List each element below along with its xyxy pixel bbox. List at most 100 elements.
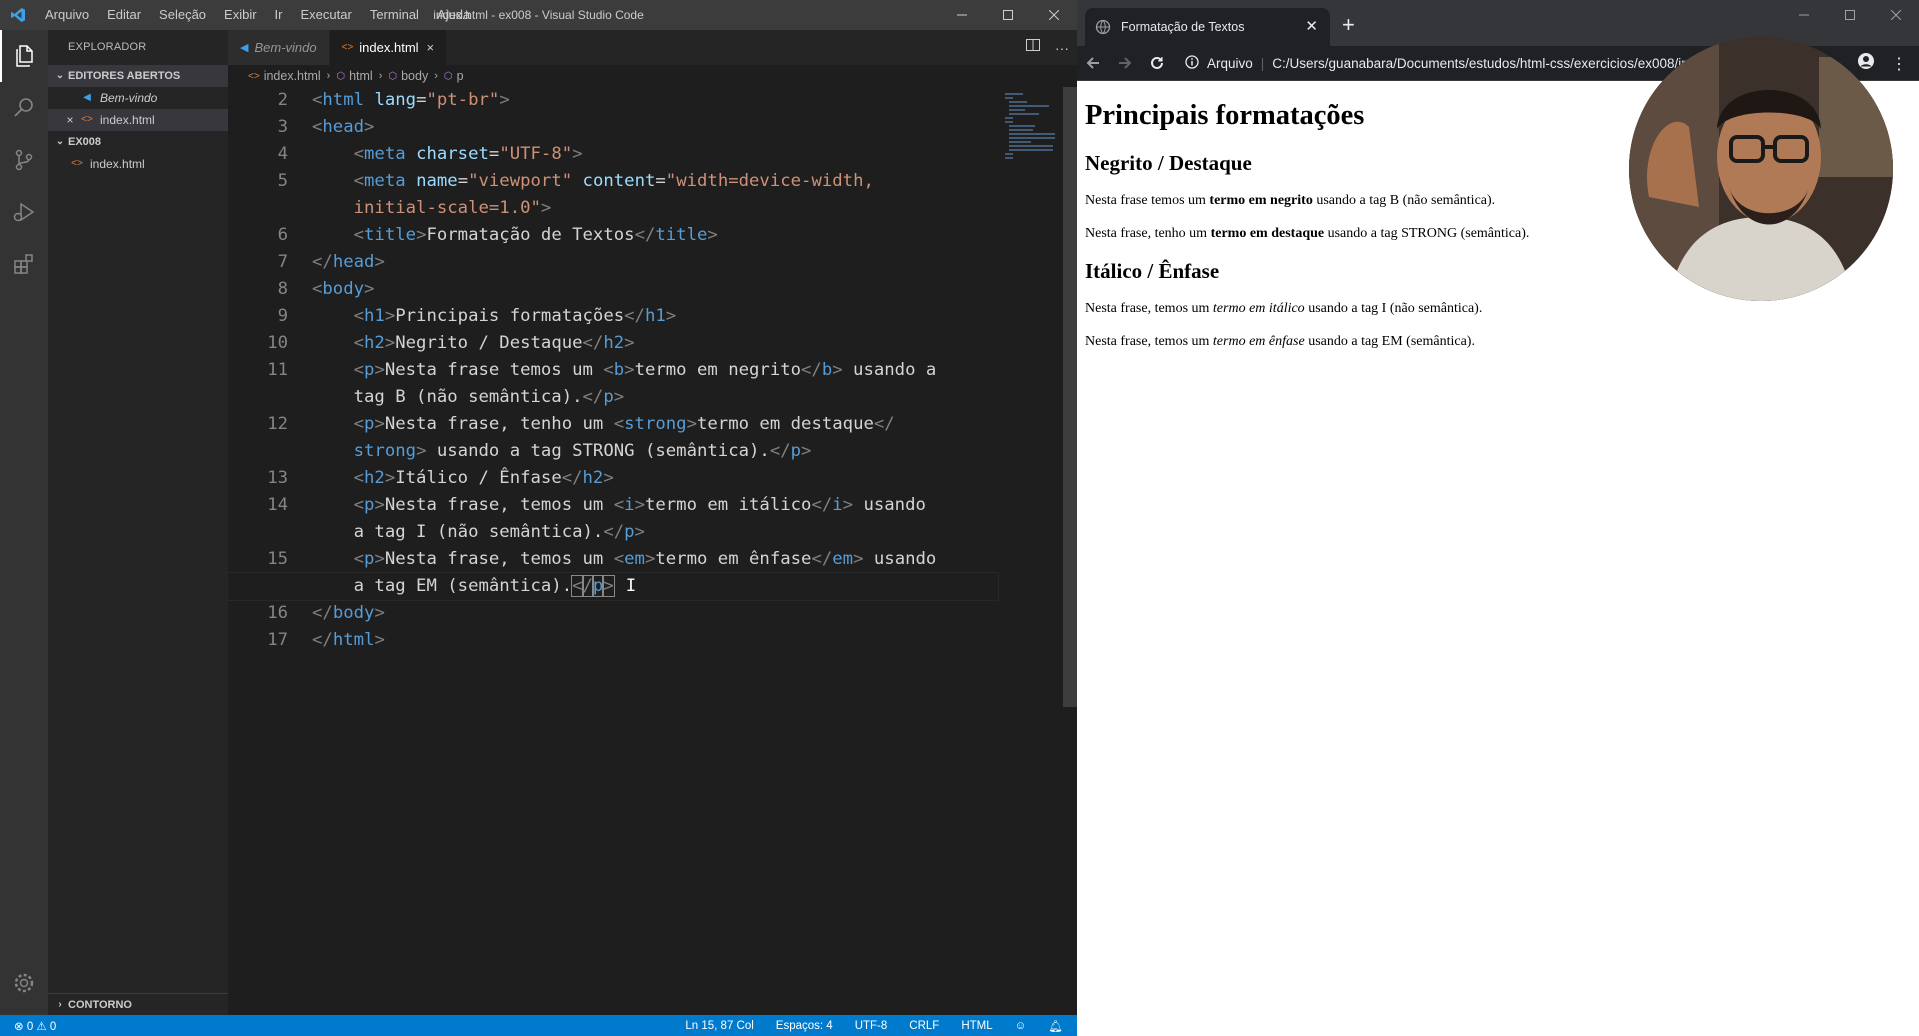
- extensions-icon[interactable]: [0, 238, 48, 290]
- code-editor[interactable]: 2 <html lang="pt-br"> 3 <head> 4 <meta chars…: [227, 87, 999, 654]
- menu-item[interactable]: Editar: [98, 0, 150, 30]
- settings-gear-icon[interactable]: [0, 957, 48, 1009]
- language-mode[interactable]: HTML: [961, 1020, 992, 1032]
- code-token: >: [364, 279, 375, 299]
- maximize-icon[interactable]: [1827, 0, 1873, 30]
- menu-kebab-icon[interactable]: ⋮: [1891, 54, 1907, 74]
- minimize-icon[interactable]: [939, 0, 985, 30]
- open-editor-item-welcome[interactable]: ◀ Bem-vindo: [48, 87, 228, 109]
- code-line[interactable]: a tag EM (semântica).</p> I: [227, 572, 999, 601]
- explorer-icon[interactable]: [0, 30, 48, 82]
- more-actions-icon[interactable]: ···: [1055, 40, 1069, 56]
- code-token: <: [353, 306, 365, 326]
- source-control-icon[interactable]: [0, 134, 48, 186]
- breadcrumb-item[interactable]: html: [349, 69, 373, 83]
- tab-welcome[interactable]: ◀ Bem-vindo: [228, 30, 330, 65]
- open-editors-section[interactable]: ⌄ EDITORES ABERTOS: [48, 65, 228, 87]
- code-line[interactable]: 5 <meta name="viewport" content="width=d…: [228, 168, 998, 195]
- url-text[interactable]: C:/Users/guanabara/Documents/estudos/htm…: [1272, 56, 1739, 71]
- menu-item[interactable]: Executar: [292, 0, 361, 30]
- menu-item[interactable]: Exibir: [215, 0, 266, 30]
- text: usando a tag I (não semântica).: [1304, 301, 1483, 316]
- encoding[interactable]: UTF-8: [855, 1020, 888, 1032]
- text: Nesta frase, temos um: [1085, 334, 1213, 349]
- forward-arrow-icon[interactable]: [1109, 46, 1141, 81]
- problems-indicator[interactable]: ⊗ 0 ⚠ 0: [0, 1019, 56, 1033]
- editor-scrollbar[interactable]: [1063, 87, 1077, 707]
- cursor-position[interactable]: Ln 15, 87 Col: [685, 1020, 753, 1032]
- line-ending[interactable]: CRLF: [909, 1020, 939, 1032]
- html-file-icon: <>: [341, 42, 354, 53]
- back-arrow-icon[interactable]: [1077, 46, 1109, 81]
- close-icon[interactable]: [1031, 0, 1077, 30]
- code-token: >: [416, 441, 427, 461]
- open-editor-item-index[interactable]: × <> index.html: [48, 109, 228, 131]
- code-token: Nesta frase temos um: [384, 360, 604, 380]
- split-editor-icon[interactable]: [1025, 37, 1041, 58]
- code-line[interactable]: 17 </html>: [228, 627, 998, 654]
- code-token: >: [572, 144, 583, 164]
- close-icon[interactable]: ×: [427, 40, 435, 55]
- new-tab-button[interactable]: +: [1342, 12, 1355, 38]
- code-line[interactable]: 14 <p>Nesta frase, temos um <i>termo em …: [228, 492, 998, 519]
- code-line[interactable]: a tag I (não semântica).</p>: [228, 519, 998, 546]
- search-icon[interactable]: [0, 82, 48, 134]
- text: Nesta frase, tenho um: [1085, 226, 1211, 241]
- code-line[interactable]: 12 <p>Nesta frase, tenho um <strong>term…: [228, 411, 998, 438]
- tab-index-html[interactable]: <> index.html ×: [329, 30, 448, 65]
- folder-file-index[interactable]: <> index.html: [48, 153, 228, 175]
- line-number: 9: [277, 306, 288, 326]
- chrome-tab-strip: Formatação de Textos ✕ +: [1077, 0, 1919, 46]
- notifications-bell-icon[interactable]: 🔔︎: [1048, 1019, 1063, 1033]
- minimap[interactable]: [1003, 90, 1063, 160]
- vscode-logo-icon[interactable]: [0, 0, 36, 30]
- code-line[interactable]: 6 <title>Formatação de Textos</title>: [228, 222, 998, 249]
- folder-section[interactable]: ⌄ EX008: [48, 131, 228, 153]
- menu-item[interactable]: Terminal: [361, 0, 428, 30]
- code-token: usando: [853, 495, 926, 515]
- code-line[interactable]: initial-scale=1.0">: [228, 195, 998, 222]
- code-line[interactable]: 11 <p>Nesta frase temos um <b>termo em n…: [228, 357, 998, 384]
- feedback-icon[interactable]: ☺: [1015, 1020, 1027, 1032]
- code-line[interactable]: 13 <h2>Itálico / Ênfase</h2>: [228, 465, 998, 492]
- menu-item[interactable]: Ajuda: [428, 0, 479, 30]
- code-line[interactable]: 4 <meta charset="UTF-8">: [228, 141, 998, 168]
- code-line[interactable]: 7 </head>: [228, 249, 998, 276]
- code-token: </: [312, 252, 333, 272]
- code-token: body: [332, 603, 375, 623]
- code-line[interactable]: 9 <h1>Principais formatações</h1>: [228, 303, 998, 330]
- code-line[interactable]: 3 <head>: [228, 114, 998, 141]
- code-line[interactable]: 2 <html lang="pt-br">: [228, 87, 998, 114]
- outline-section[interactable]: › CONTORNO: [48, 993, 228, 1015]
- code-line[interactable]: 10 <h2>Negrito / Destaque</h2>: [228, 330, 998, 357]
- menu-item[interactable]: Arquivo: [36, 0, 98, 30]
- breadcrumb-item[interactable]: p: [457, 69, 464, 83]
- info-icon[interactable]: [1185, 54, 1199, 72]
- code-line[interactable]: strong> usando a tag STRONG (semântica).…: [228, 438, 998, 465]
- menu-item[interactable]: Seleção: [150, 0, 215, 30]
- breadcrumb-item[interactable]: body: [401, 69, 428, 83]
- indentation[interactable]: Espaços: 4: [776, 1020, 833, 1032]
- line-number: 12: [267, 414, 288, 434]
- run-debug-icon[interactable]: [0, 186, 48, 238]
- sidebar-title: EXPLORADOR: [68, 41, 147, 53]
- close-tab-icon[interactable]: ✕: [1305, 17, 1318, 35]
- code-token: h1: [364, 306, 385, 326]
- maximize-icon[interactable]: [985, 0, 1031, 30]
- code-token: >: [832, 360, 843, 380]
- reload-icon[interactable]: [1141, 46, 1173, 81]
- code-line[interactable]: 8 <body>: [228, 276, 998, 303]
- profile-avatar-icon[interactable]: [1857, 52, 1875, 75]
- code-line[interactable]: 16 </body>: [228, 600, 998, 627]
- breadcrumb-item[interactable]: index.html: [264, 69, 321, 83]
- close-icon[interactable]: ×: [62, 109, 78, 131]
- menu-item[interactable]: Ir: [266, 0, 292, 30]
- symbol-icon: ⬡: [443, 70, 453, 82]
- close-icon[interactable]: [1873, 0, 1919, 30]
- browser-tab[interactable]: Formatação de Textos ✕: [1085, 8, 1330, 46]
- code-line[interactable]: tag B (não semântica).</p>: [228, 384, 998, 411]
- code-line[interactable]: 15 <p>Nesta frase, temos um <em>termo em…: [228, 546, 998, 573]
- minimize-icon[interactable]: [1781, 0, 1827, 30]
